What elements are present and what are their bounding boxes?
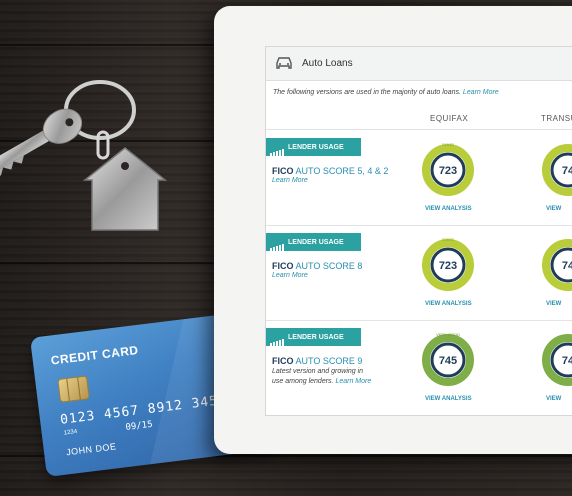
score-version-name: FICO AUTO SCORE 5, 4 & 2: [272, 166, 388, 176]
gauge-score-value: 74: [562, 260, 572, 272]
card-valid-thru: 09/15: [125, 419, 154, 433]
transunion-score-gauge: 74: [542, 334, 572, 386]
view-analysis-link[interactable]: VIEW ANALYSIS: [425, 301, 472, 307]
intro-sentence: The following versions are used in the m…: [273, 89, 461, 96]
score-version-label: AUTO SCORE 5, 4 & 2: [295, 166, 389, 176]
badge-label: LENDER USAGE: [288, 143, 344, 151]
score-row: LENDER USAGE FICO AUTO SCORE 8 Learn Mor…: [266, 225, 572, 321]
section-header: Auto Loans: [266, 47, 572, 81]
badge-label: LENDER USAGE: [288, 238, 344, 246]
section-title: Auto Loans: [302, 58, 353, 69]
gauge-rating-label: VERY GOOD: [436, 332, 460, 337]
gauge-score-value: 745: [439, 355, 457, 367]
score-description: Latest version and growing in use among …: [272, 367, 371, 387]
gauge-rating-label: GOOD: [442, 237, 454, 242]
score-version-label: AUTO SCORE 9: [295, 356, 363, 366]
card-small-digits: 1234: [63, 428, 78, 437]
gauge-score-value: 74: [562, 355, 572, 367]
fico-brand: FICO: [272, 166, 294, 176]
tablet-screen: Auto Loans The following versions are us…: [265, 46, 572, 416]
gauge-score-value: 723: [439, 165, 457, 177]
transunion-score-gauge: 74: [542, 144, 572, 196]
equifax-score-gauge: 745 VERY GOOD: [422, 332, 474, 386]
view-analysis-link[interactable]: VIEW: [546, 301, 561, 307]
view-analysis-link[interactable]: VIEW: [546, 206, 561, 212]
transunion-score-gauge: 74: [542, 239, 572, 291]
equifax-score-gauge: 723 GOOD: [422, 142, 474, 196]
score-row: LENDER USAGE FICO AUTO SCORE 9 Latest ve…: [266, 320, 572, 415]
lender-usage-badge: LENDER USAGE: [266, 138, 361, 156]
equifax-score-gauge: 723 GOOD: [422, 237, 474, 291]
lender-usage-badge: LENDER USAGE: [266, 233, 361, 251]
car-icon: [276, 57, 292, 69]
fico-brand: FICO: [272, 356, 294, 366]
score-version-name: FICO AUTO SCORE 8: [272, 261, 362, 271]
gauge-score-value: 74: [562, 165, 572, 177]
column-header-equifax: EQUIFAX: [430, 114, 469, 123]
house-key-icon: [0, 80, 168, 231]
fico-brand: FICO: [272, 261, 294, 271]
learn-more-link[interactable]: Learn More: [335, 378, 371, 385]
signal-bars-icon: [270, 138, 285, 156]
card-title: CREDIT CARD: [50, 342, 140, 368]
intro-text: The following versions are used in the m…: [273, 89, 499, 96]
description-line: use among lenders.: [272, 378, 334, 385]
signal-bars-icon: [270, 328, 285, 346]
description-line: Latest version and growing in: [272, 368, 364, 375]
cardholder-name: JOHN DOE: [65, 441, 117, 458]
view-analysis-link[interactable]: VIEW: [546, 396, 561, 402]
score-row: LENDER USAGE FICO AUTO SCORE 5, 4 & 2 Le…: [266, 130, 572, 226]
score-version-label: AUTO SCORE 8: [295, 261, 363, 271]
chip-icon: [57, 375, 90, 403]
score-version-name: FICO AUTO SCORE 9: [272, 356, 362, 366]
signal-bars-icon: [270, 233, 285, 251]
view-analysis-link[interactable]: VIEW ANALYSIS: [425, 396, 472, 402]
lender-usage-badge: LENDER USAGE: [266, 328, 361, 346]
learn-more-link[interactable]: Learn More: [272, 177, 308, 184]
column-header-transunion: TRANSU: [541, 114, 572, 123]
gauge-rating-label: GOOD: [442, 142, 454, 147]
view-analysis-link[interactable]: VIEW ANALYSIS: [425, 206, 472, 212]
learn-more-link[interactable]: Learn More: [272, 272, 308, 279]
intro-learn-more-link[interactable]: Learn More: [463, 89, 499, 96]
badge-label: LENDER USAGE: [288, 333, 344, 341]
gauge-score-value: 723: [439, 260, 457, 272]
